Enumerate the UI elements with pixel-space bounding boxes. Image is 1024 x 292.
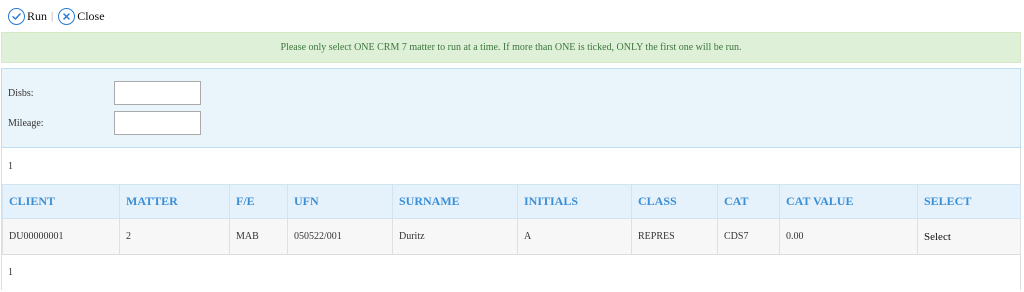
disbs-input[interactable]	[114, 81, 201, 105]
page-number-link[interactable]: 1	[8, 161, 13, 172]
cell-client: DU00000001	[2, 218, 120, 255]
page-number-link[interactable]: 1	[8, 267, 13, 278]
mileage-input[interactable]	[114, 111, 201, 135]
pager-top: 1	[2, 148, 1020, 184]
table-row: DU00000001 2 MAB 050522/001 Duritz A REP…	[2, 218, 1021, 255]
toolbar: Run | Close	[0, 0, 1024, 32]
results-grid: 1 CLIENT MATTER F/E UFN SURNAME INITIALS…	[1, 148, 1021, 290]
column-header-matter[interactable]: MATTER	[119, 184, 230, 219]
run-label: Run	[27, 8, 48, 23]
close-label: Close	[77, 8, 105, 23]
disbs-label: Disbs:	[8, 87, 34, 99]
column-header-cat[interactable]: CAT	[717, 184, 780, 219]
results-table: CLIENT MATTER F/E UFN SURNAME INITIALS C…	[2, 184, 1021, 255]
cell-surname: Duritz	[392, 218, 518, 255]
column-header-client[interactable]: CLIENT	[2, 184, 120, 219]
column-header-class[interactable]: CLASS	[631, 184, 718, 219]
run-button[interactable]: Run	[8, 7, 48, 25]
pager-bottom: 1	[2, 254, 1020, 290]
cell-matter: 2	[119, 218, 230, 255]
column-header-select[interactable]: SELECT	[917, 184, 1021, 219]
cell-fe: MAB	[229, 218, 288, 255]
column-header-fe[interactable]: F/E	[229, 184, 288, 219]
column-header-surname[interactable]: SURNAME	[392, 184, 518, 219]
column-header-initials[interactable]: INITIALS	[517, 184, 632, 219]
filter-panel: Disbs: Mileage:	[1, 68, 1021, 148]
cell-cat-value: 0.00	[779, 218, 918, 255]
select-row-button[interactable]: Select	[917, 218, 1021, 255]
cell-initials: A	[517, 218, 632, 255]
check-circle-icon	[8, 7, 25, 25]
header-row: CLIENT MATTER F/E UFN SURNAME INITIALS C…	[2, 184, 1021, 219]
close-button[interactable]: Close	[58, 7, 105, 25]
column-header-cat-value[interactable]: CAT VALUE	[779, 184, 918, 219]
notice-banner: Please only select ONE CRM 7 matter to r…	[1, 32, 1021, 63]
column-header-ufn[interactable]: UFN	[287, 184, 393, 219]
cell-cat: CDS7	[717, 218, 780, 255]
toolbar-separator: |	[51, 10, 54, 22]
x-circle-icon	[58, 7, 76, 25]
cell-class: REPRES	[631, 218, 718, 255]
cell-ufn: 050522/001	[287, 218, 393, 255]
mileage-label: Mileage:	[8, 117, 44, 129]
